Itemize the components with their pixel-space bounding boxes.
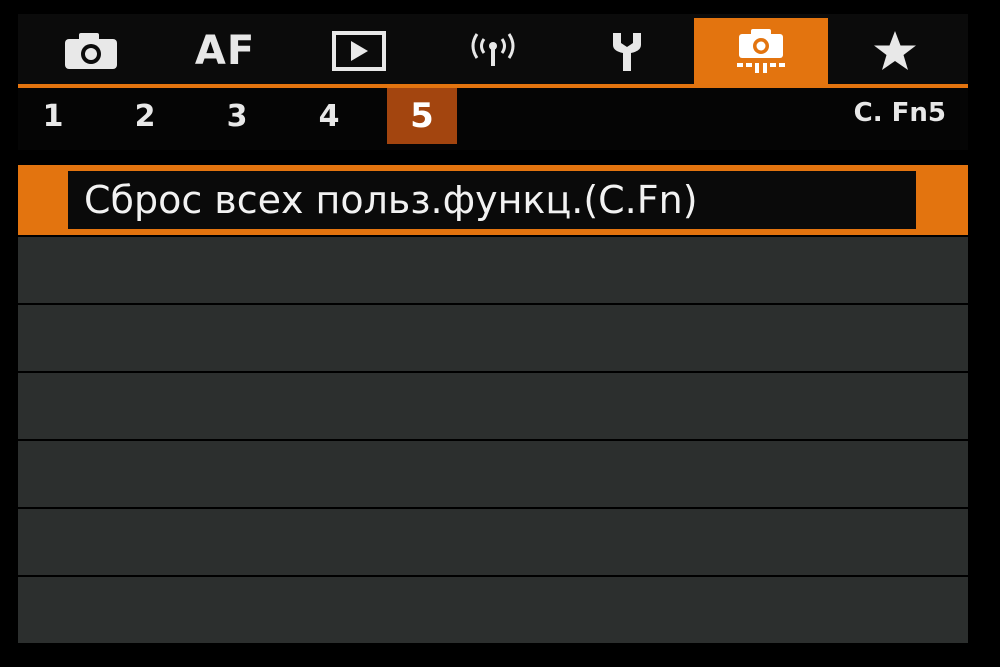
tab-shooting[interactable]	[24, 18, 158, 84]
tab-custom-functions[interactable]	[694, 18, 828, 84]
star-icon	[872, 29, 918, 73]
wireless-icon	[467, 31, 519, 71]
custom-function-camera-icon	[733, 28, 789, 74]
subtab-2[interactable]: 2	[110, 88, 180, 144]
empty-row	[18, 373, 968, 439]
menu-item-reset-custom-functions[interactable]: Сброс всех польз.функц.(C.Fn)	[18, 165, 968, 235]
tab-playback[interactable]	[292, 18, 426, 84]
camera-menu-screen: AF 1 2 3 4 5 C. Fn5 Сброс всех польз.фун…	[18, 14, 968, 646]
tab-my-menu[interactable]	[828, 18, 962, 84]
tab-wireless[interactable]	[426, 18, 560, 84]
menu-item-label: Сброс всех польз.функц.(C.Fn)	[68, 171, 916, 229]
menu-tab-bar: AF	[18, 14, 968, 88]
empty-row	[18, 509, 968, 575]
page-code-label: C. Fn5	[853, 98, 946, 128]
wrench-icon	[607, 29, 647, 73]
af-tab-label: AF	[194, 28, 256, 74]
subtab-1[interactable]: 1	[18, 88, 88, 144]
playback-icon	[332, 31, 386, 71]
page-subtab-bar: 1 2 3 4 5 C. Fn5	[18, 88, 968, 150]
empty-row	[18, 305, 968, 371]
tab-setup[interactable]	[560, 18, 694, 84]
subtab-3[interactable]: 3	[202, 88, 272, 144]
empty-row	[18, 441, 968, 507]
subtab-4[interactable]: 4	[294, 88, 364, 144]
empty-row	[18, 577, 968, 643]
camera-icon	[63, 31, 119, 71]
tab-af[interactable]: AF	[158, 18, 292, 84]
empty-row	[18, 237, 968, 303]
subtab-5[interactable]: 5	[387, 88, 457, 144]
